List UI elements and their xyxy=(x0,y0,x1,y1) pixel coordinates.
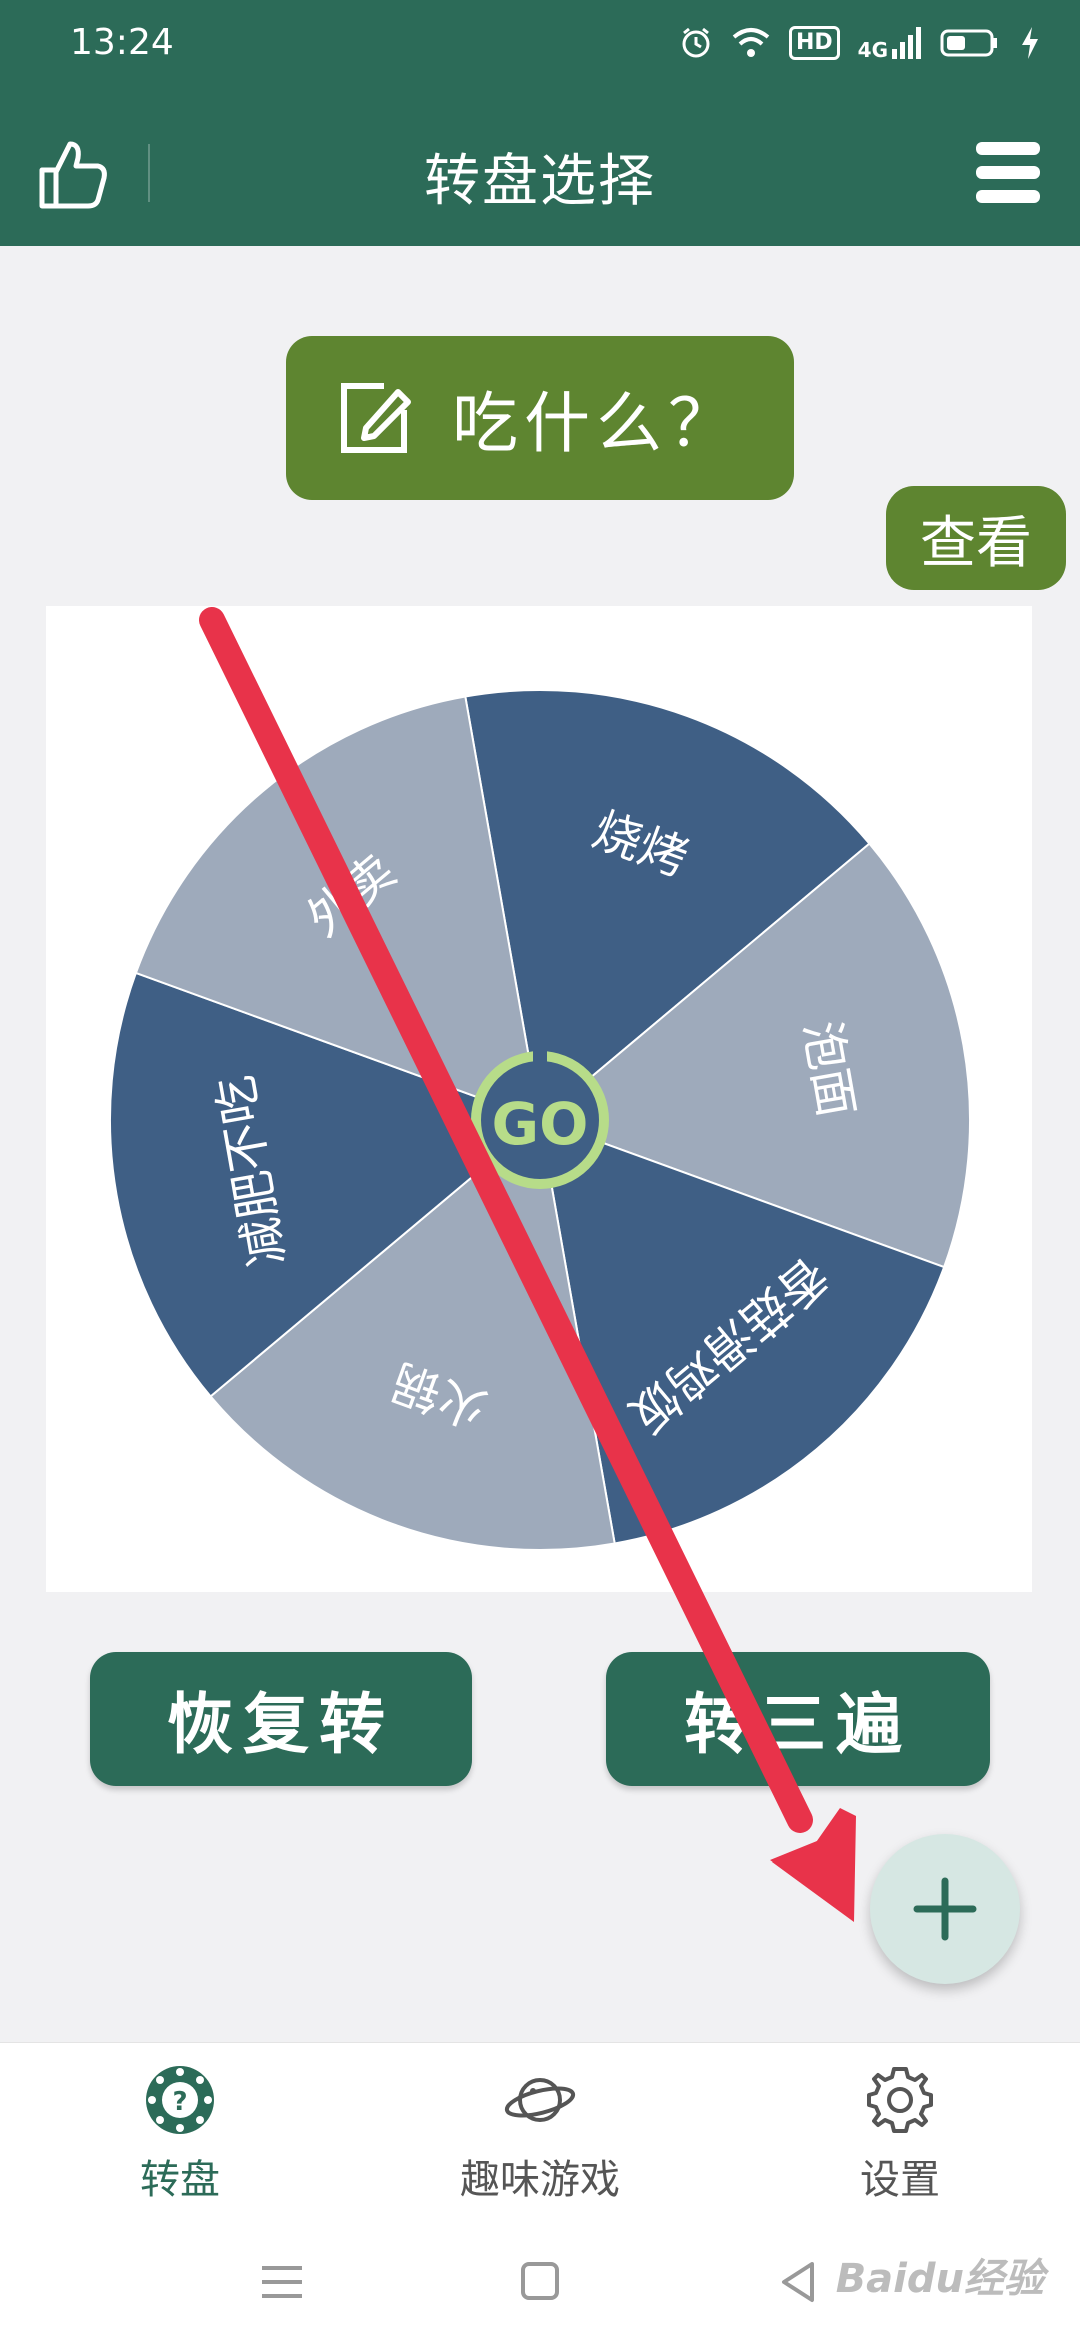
bottom-nav: ? 转盘 趣味游戏 设置 xyxy=(0,2042,1080,2224)
wifi-icon xyxy=(732,28,770,57)
nav-label: 转盘 xyxy=(140,2157,220,2203)
recent-apps-icon[interactable] xyxy=(252,2254,312,2310)
wheel-question-icon: ? xyxy=(146,2066,214,2134)
view-button[interactable]: 查看 xyxy=(886,486,1066,590)
plus-icon xyxy=(913,1877,977,1941)
wheel-title-label: 吃什么？ xyxy=(452,385,740,462)
menu-icon-bar xyxy=(976,142,1040,155)
gear-icon xyxy=(867,2067,933,2133)
go-button[interactable]: GO xyxy=(460,1054,620,1194)
watermark: Baidu经验 xyxy=(835,2256,1044,2302)
svg-text:?: ? xyxy=(172,2087,187,2117)
planet-icon xyxy=(504,2078,576,2122)
menu-button[interactable] xyxy=(976,142,1040,206)
back-icon[interactable] xyxy=(770,2254,830,2310)
add-button[interactable] xyxy=(870,1834,1020,1984)
signal-icon: 4G xyxy=(857,27,922,62)
page-title: 转盘选择 xyxy=(424,149,656,214)
menu-icon-bar xyxy=(976,166,1040,179)
spin-three-times-button[interactable]: 转三遍 xyxy=(606,1652,990,1786)
home-icon[interactable] xyxy=(510,2254,570,2310)
status-bar: 13:24 HD 4G xyxy=(0,0,1080,100)
alarm-icon xyxy=(682,27,710,58)
nav-item-games[interactable]: 趣味游戏 xyxy=(410,2063,670,2213)
battery-icon xyxy=(940,29,997,57)
nav-item-wheel[interactable]: ? 转盘 xyxy=(50,2063,310,2213)
nav-item-settings[interactable]: 设置 xyxy=(770,2063,1030,2213)
wheel-title-button[interactable]: 吃什么？ xyxy=(286,336,794,500)
nav-label: 设置 xyxy=(860,2157,940,2203)
menu-icon-bar xyxy=(976,190,1040,203)
edit-icon xyxy=(341,383,411,453)
network-type: 4G xyxy=(857,38,888,62)
hd-badge: HD xyxy=(788,26,840,60)
status-time: 13:24 xyxy=(70,22,174,63)
charging-icon xyxy=(1022,27,1038,59)
system-nav-bar: Baidu经验 xyxy=(0,2224,1080,2340)
status-icons: HD 4G xyxy=(679,26,1040,60)
restore-spin-button[interactable]: 恢复转 xyxy=(90,1652,472,1786)
app-bar: 转盘选择 xyxy=(0,100,1080,246)
nav-label: 趣味游戏 xyxy=(460,2157,620,2203)
